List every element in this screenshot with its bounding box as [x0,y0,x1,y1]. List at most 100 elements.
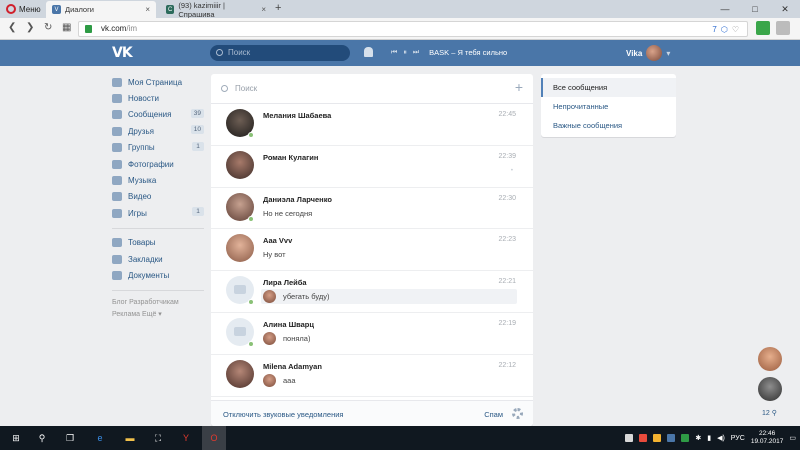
spam-link[interactable]: Спам [484,410,503,419]
sidebar-item-video[interactable]: Видео [112,189,204,205]
vk-favicon-icon: V [52,5,61,14]
opera-taskbar-icon[interactable]: O [202,426,226,450]
sidebar-item-label: Фотографии [128,159,174,169]
reload-icon[interactable]: ↻ [44,22,52,33]
extension-icon[interactable] [756,21,770,35]
footer-links-2[interactable]: Реклама Ещё ▾ [112,309,204,321]
notifications-icon[interactable]: ▭ [789,434,796,442]
volume-icon[interactable]: ◀) [717,434,725,442]
disable-sound-link[interactable]: Отключить звуковые уведомления [223,410,343,419]
sidebar-item-goods[interactable]: Товары [112,235,204,251]
forward-icon[interactable]: ❯ [26,22,34,33]
contact-name: Ааа Vvv [263,236,293,246]
bluetooth-icon[interactable]: ✱ [695,434,701,442]
sidebar-item-news[interactable]: Новости [112,90,204,106]
groups-icon [112,143,122,153]
file-explorer-icon[interactable]: ▬ [122,430,138,446]
contact-name: Мелания Шабаева [263,111,332,120]
downloads-icon[interactable] [776,21,790,35]
tracker-badge[interactable]: 7 [712,23,716,37]
player-track-title[interactable]: BASK – Я тебя сильно [429,48,507,57]
dialogs-search-input[interactable]: Поиск + [211,74,533,104]
dialogs-footer: Отключить звуковые уведомления Спам [211,400,533,426]
sidebar-item-friends[interactable]: Друзья 10 [112,123,204,139]
filter-unread[interactable]: Непрочитанные [541,97,676,116]
edge-icon[interactable]: e [92,430,108,446]
sidebar-item-label: Товары [128,238,156,248]
bookmark-heart-icon[interactable]: ♡ [732,23,739,37]
tray-icon[interactable] [667,434,676,442]
footer-links-1[interactable]: Блог Разработчикам [112,297,204,309]
url-field[interactable]: vk.com/im 7 ⬡ ♡ [78,21,748,37]
back-icon[interactable]: ❮ [8,22,16,33]
online-friends-count[interactable]: 12 ⚲ [762,409,777,417]
tray-icon[interactable] [653,434,662,442]
messages-icon [112,110,122,120]
search-icon[interactable]: ⚲ [34,430,50,446]
new-tab-button[interactable]: + [275,2,281,14]
tray-icon[interactable] [625,434,634,442]
task-view-icon[interactable]: ❐ [62,430,78,446]
network-icon[interactable]: ▮ [707,434,711,442]
conversation-item[interactable]: Ааа Vvv 22:23 Ну вот [211,229,533,272]
conversation-item[interactable]: Даниэла Ларченко 22:30 Но не сегодня [211,188,533,230]
next-track-icon[interactable]: ⏭ [413,49,419,57]
opera-menu-button[interactable]: Меню [2,2,45,16]
star-icon [112,254,122,264]
conversation-item[interactable]: Алина Шварц 22:19 поняла) [211,313,533,355]
browser-tab-bar: Меню V Диалоги × C (93) kazimiiir | Спра… [0,0,800,19]
sidebar-item-photos[interactable]: Фотографии [112,156,204,172]
notifications-bell-icon[interactable] [364,47,373,57]
vpn-icon[interactable]: ⬡ [721,23,728,37]
conversation-item[interactable]: Роман Кулагин 22:39 • [211,146,533,188]
vk-header: VK Поиск ⏮ ⏸ ⏭ BASK – Я тебя сильно Vika… [0,40,800,66]
count-badge: 1 [192,207,204,217]
tray-icon[interactable] [639,434,648,442]
tab-askfm[interactable]: C (93) kazimiiir | Спрашива × [160,0,272,19]
vk-search-input[interactable]: Поиск [210,45,350,61]
tray-icon[interactable] [681,434,690,442]
sidebar-item-groups[interactable]: Группы 1 [112,140,204,156]
tab-label: Диалоги [65,5,94,14]
system-tray: ✱ ▮ ◀) РУС 22:46 19.07.2017 ▭ [625,426,796,450]
chat-bubble-avatar[interactable] [758,347,782,371]
contact-name: Milena Adamyan [263,361,322,371]
pause-icon[interactable]: ⏸ [403,49,407,57]
avatar [226,359,254,388]
conversation-item[interactable]: Мелания Шабаева 22:45 [211,104,533,146]
user-menu[interactable]: Vika ▾ [626,45,670,61]
tab-close-icon[interactable]: × [145,5,150,14]
filter-important[interactable]: Важные сообщения [541,116,676,135]
maximize-icon[interactable]: □ [740,0,770,18]
close-window-icon[interactable]: ✕ [770,0,800,18]
tab-close-icon[interactable]: × [261,5,266,14]
yandex-browser-icon[interactable]: Y [178,430,194,446]
minimize-icon[interactable]: — [710,0,740,18]
windows-start-icon[interactable]: ⊞ [8,430,24,446]
sidebar-item-messages[interactable]: Сообщения 39 [112,107,204,123]
chat-bubble-avatar[interactable] [758,377,782,401]
message-time: 22:39 [498,152,516,160]
sidebar-item-bookmarks[interactable]: Закладки [112,251,204,267]
store-icon[interactable]: ⛶ [150,430,166,446]
sidebar-item-games[interactable]: Игры 1 [112,205,204,221]
sidebar-item-my-page[interactable]: Моя Страница [112,74,204,90]
conversation-item[interactable]: Milena Adamyan 22:12 ааа [211,355,533,397]
new-message-button[interactable]: + [515,79,523,95]
vk-search-placeholder: Поиск [228,48,251,57]
speed-dial-icon[interactable]: ▦ [62,22,71,33]
contact-name: Лира Лейба [263,278,307,288]
language-indicator[interactable]: РУС [731,435,745,442]
sidebar-item-music[interactable]: Музыка [112,172,204,188]
system-clock[interactable]: 22:46 19.07.2017 [751,430,784,446]
tab-label: (93) kazimiiir | Спрашива [178,0,225,19]
gear-icon[interactable] [512,408,523,419]
opera-logo-icon [6,4,16,14]
previous-track-icon[interactable]: ⏮ [391,49,397,57]
vk-logo[interactable]: VK [112,45,133,61]
dialogs-search-placeholder: Поиск [235,84,258,93]
filter-all-messages[interactable]: Все сообщения [541,78,676,97]
conversation-item[interactable]: Лира Лейба 22:21 убегать буду) [211,271,533,313]
tab-dialogs[interactable]: V Диалоги × [46,1,156,18]
sidebar-item-documents[interactable]: Документы [112,267,204,283]
